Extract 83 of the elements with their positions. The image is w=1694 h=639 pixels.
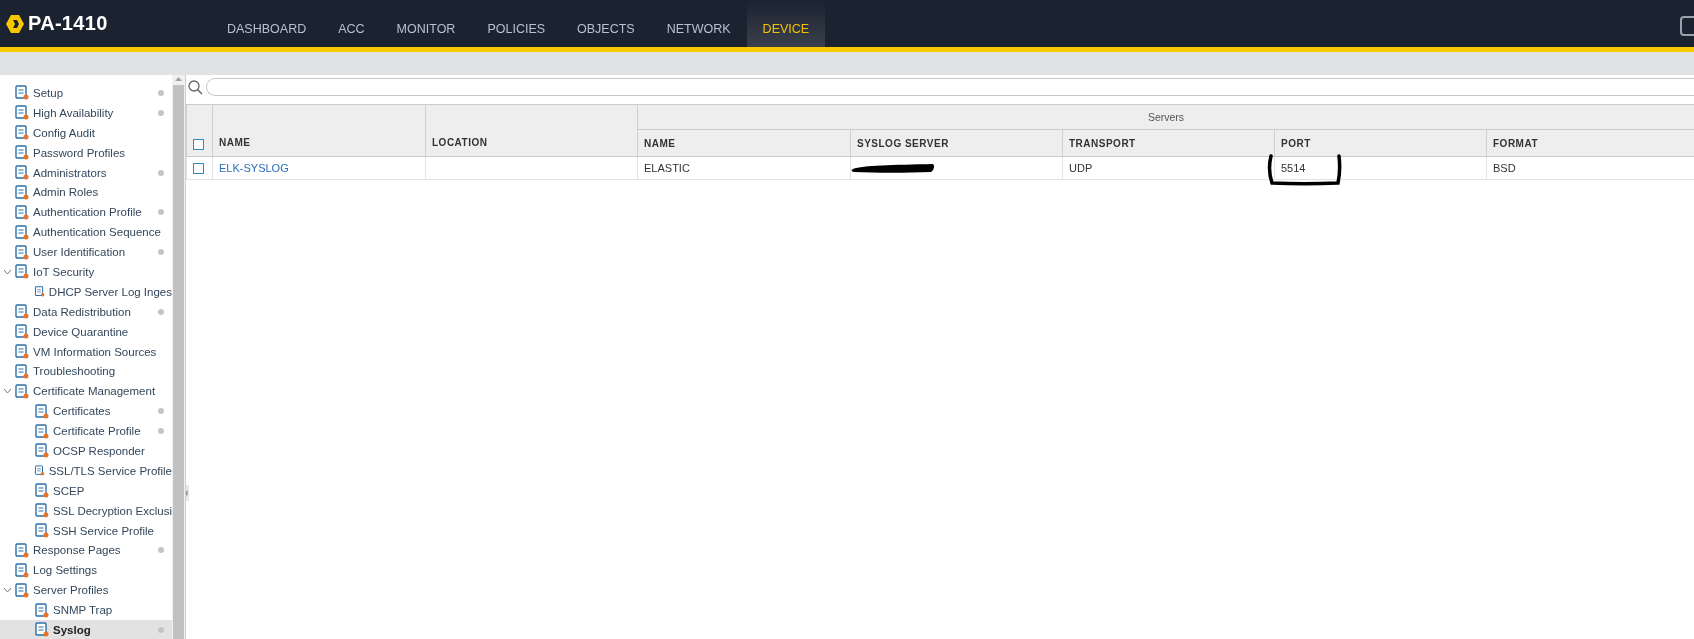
sidebar-item[interactable]: Data Redistribution bbox=[0, 301, 172, 322]
sidebar-item[interactable]: SNMP Trap bbox=[0, 600, 172, 621]
scrollbar-thumb[interactable] bbox=[173, 85, 184, 639]
sidebar-item[interactable]: SCEP bbox=[0, 480, 172, 501]
column-header: NAME bbox=[219, 137, 251, 148]
document-icon bbox=[34, 403, 49, 419]
sidebar-item[interactable]: Device Quarantine bbox=[0, 321, 172, 342]
document-icon bbox=[14, 562, 29, 578]
table-cell: 5514 bbox=[1281, 162, 1306, 174]
search-field[interactable] bbox=[206, 78, 1694, 96]
sidebar-item[interactable]: Admin Roles bbox=[0, 182, 172, 203]
document-icon bbox=[34, 523, 49, 539]
document-icon bbox=[14, 165, 29, 180]
document-icon bbox=[14, 582, 29, 598]
sidebar-item[interactable]: Log Settings bbox=[0, 560, 172, 581]
document-icon bbox=[14, 383, 29, 399]
nav-tab[interactable]: DASHBOARD bbox=[211, 0, 323, 47]
sidebar-item[interactable]: Authentication Sequence bbox=[0, 222, 172, 243]
sidebar-item[interactable]: Certificate Management bbox=[0, 381, 172, 402]
app-logo-text: PA-1410 bbox=[28, 12, 108, 35]
sidebar-item[interactable]: Setup bbox=[0, 83, 172, 103]
sidebar-item[interactable]: Password Profiles bbox=[0, 142, 172, 163]
sidebar-item[interactable]: Authentication Profile bbox=[0, 202, 172, 223]
document-icon bbox=[14, 363, 29, 379]
sidebar-item[interactable]: Response Pages bbox=[0, 540, 172, 561]
document-icon bbox=[14, 204, 29, 220]
table-cell: ELASTIC bbox=[644, 162, 690, 174]
logo-icon bbox=[6, 13, 24, 34]
nav-tab[interactable]: MONITOR bbox=[380, 0, 472, 47]
row-checkbox[interactable] bbox=[193, 163, 204, 175]
sidebar-item[interactable]: Config Audit bbox=[0, 122, 172, 143]
chevron-down-icon[interactable] bbox=[2, 388, 12, 395]
sidebar-item[interactable]: Syslog bbox=[0, 620, 172, 639]
document-icon bbox=[34, 622, 49, 638]
sidebar-item[interactable]: Server Profiles bbox=[0, 580, 172, 601]
sidebar-item[interactable]: Administrators bbox=[0, 162, 172, 183]
nav-tab[interactable]: OBJECTS bbox=[561, 0, 651, 47]
sidebar-item[interactable]: DHCP Server Log Inges bbox=[0, 281, 172, 302]
sidebar-item[interactable]: Certificates bbox=[0, 401, 172, 422]
column-header: PORT bbox=[1281, 137, 1311, 149]
sidebar-item[interactable]: OCSP Responder bbox=[0, 441, 172, 461]
document-icon bbox=[14, 304, 29, 320]
table-cell: UDP bbox=[1069, 162, 1093, 174]
sidebar-item[interactable]: User Identification bbox=[0, 242, 172, 262]
sidebar-item[interactable]: SSL/TLS Service Profile bbox=[0, 460, 172, 481]
search-icon[interactable] bbox=[188, 79, 203, 95]
document-icon bbox=[14, 542, 29, 558]
document-icon bbox=[34, 423, 49, 439]
nav-tab[interactable]: POLICIES bbox=[471, 0, 562, 47]
document-icon bbox=[14, 344, 29, 359]
column-header: NAME bbox=[644, 137, 676, 149]
sidebar-item[interactable]: Troubleshooting bbox=[0, 361, 172, 382]
profile-link[interactable]: ELK-SYSLOG bbox=[219, 162, 289, 174]
column-header: LOCATION bbox=[432, 137, 488, 148]
sidebar-item[interactable]: Certificate Profile bbox=[0, 421, 172, 442]
document-icon bbox=[14, 145, 29, 161]
table-cell: BSD bbox=[1493, 162, 1516, 174]
document-icon bbox=[34, 443, 49, 459]
document-icon bbox=[14, 105, 29, 121]
document-icon bbox=[34, 483, 49, 499]
group-header: Servers bbox=[1147, 111, 1185, 123]
document-icon bbox=[14, 264, 29, 280]
nav-tab[interactable]: NETWORK bbox=[650, 0, 747, 47]
sidebar-item[interactable]: SSL Decryption Exclusi bbox=[0, 500, 172, 521]
sidebar-item[interactable]: SSH Service Profile bbox=[0, 520, 172, 541]
chevron-down-icon[interactable] bbox=[2, 268, 12, 275]
document-icon bbox=[34, 503, 49, 519]
column-header: SYSLOG SERVER bbox=[857, 137, 949, 149]
document-icon bbox=[14, 184, 29, 200]
document-icon bbox=[14, 224, 29, 240]
sidebar-item[interactable]: High Availability bbox=[0, 102, 172, 123]
document-icon bbox=[34, 602, 49, 618]
column-header: TRANSPORT bbox=[1069, 137, 1136, 149]
chevron-down-icon[interactable] bbox=[2, 587, 12, 594]
column-header: FORMAT bbox=[1493, 137, 1539, 149]
sidebar-item[interactable]: IoT Security bbox=[0, 262, 172, 282]
document-icon bbox=[14, 244, 29, 260]
select-all-checkbox[interactable] bbox=[193, 139, 204, 150]
sidebar-item[interactable]: VM Information Sources bbox=[0, 341, 172, 362]
nav-tab[interactable]: ACC bbox=[322, 0, 381, 47]
document-icon bbox=[14, 125, 29, 141]
document-icon bbox=[14, 324, 29, 340]
document-icon bbox=[14, 85, 29, 101]
